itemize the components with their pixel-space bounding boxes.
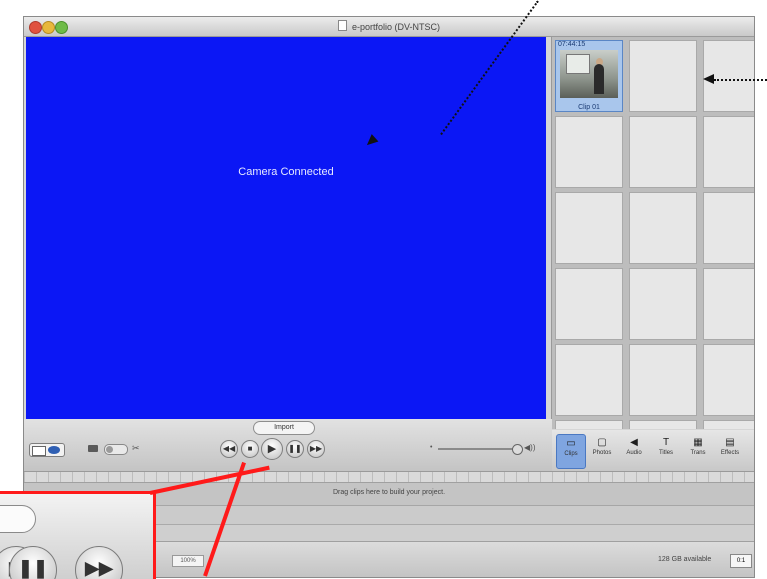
timeline-ruler[interactable] xyxy=(24,472,754,483)
photos-pane-button[interactable]: ▢ Photos xyxy=(588,434,616,467)
scissors-icon: ✂ xyxy=(132,443,140,453)
timeline-view-icon xyxy=(48,446,60,454)
volume-slider-knob[interactable] xyxy=(512,444,523,455)
title-bar[interactable]: e-portfolio (DV-NTSC) xyxy=(24,17,754,37)
audio-pane-label: Audio xyxy=(626,450,642,456)
clip-slot[interactable] xyxy=(703,344,754,416)
audio-icon: ◀ xyxy=(630,437,638,448)
trash-button[interactable]: 0:1 xyxy=(730,554,752,568)
clip-slot[interactable] xyxy=(629,192,697,264)
clip-slot[interactable] xyxy=(555,268,623,340)
callout-fast-forward-button: ▶▶ xyxy=(75,546,123,579)
clip-name: Clip 01 xyxy=(578,104,600,111)
camera-status-text: Camera Connected xyxy=(238,166,334,178)
clip-slot[interactable] xyxy=(555,344,623,416)
pause-button[interactable]: ❚❚ xyxy=(286,440,304,458)
window-title-text: e-portfolio (DV-NTSC) xyxy=(351,22,441,32)
titles-icon: T xyxy=(662,437,670,448)
edit-mode-toggle[interactable] xyxy=(29,443,65,457)
playback-controls: Import ✂ ◀◀ ■ ▶ ❚❚ ▶▶ • ◀)) xyxy=(24,419,552,471)
titles-pane-label: Titles xyxy=(658,450,674,456)
titles-pane-button[interactable]: T Titles xyxy=(652,434,680,467)
clip-slot[interactable] xyxy=(629,420,697,429)
transitions-icon: ▦ xyxy=(693,437,703,448)
transitions-pane-button[interactable]: ▦ Trans xyxy=(684,434,712,467)
clip-slot[interactable] xyxy=(629,116,697,188)
clip-slot[interactable] xyxy=(629,40,697,112)
photos-pane-label: Photos xyxy=(592,450,612,456)
clip-shelf[interactable]: 07:44:15 Clip 01 xyxy=(551,37,754,429)
clip-timecode: 07:44:15 xyxy=(558,41,586,48)
effects-icon: ▤ xyxy=(725,437,735,448)
disk-space-text: 128 GB available xyxy=(658,556,712,563)
clip-slot[interactable] xyxy=(555,192,623,264)
clip-slot[interactable] xyxy=(629,268,697,340)
annotation-arrowhead xyxy=(703,74,714,84)
volume-slider-track[interactable] xyxy=(438,448,518,450)
transitions-pane-label: Trans xyxy=(690,450,706,456)
clip-view-icon xyxy=(32,446,46,456)
clip-slot[interactable] xyxy=(703,420,754,429)
audio-pane-button[interactable]: ◀ Audio xyxy=(620,434,648,467)
volume-min-icon: • xyxy=(430,444,433,451)
clip-slot[interactable] xyxy=(703,116,754,188)
camera-mode-switch[interactable] xyxy=(104,444,128,455)
clip-slot[interactable] xyxy=(555,116,623,188)
effects-pane-label: Effects xyxy=(720,450,740,456)
clip-slot[interactable] xyxy=(555,420,623,429)
camera-icon xyxy=(88,445,98,452)
clip-slot[interactable] xyxy=(629,344,697,416)
stop-button[interactable]: ■ xyxy=(241,440,259,458)
clip-slot[interactable] xyxy=(703,268,754,340)
window-title: e-portfolio (DV-NTSC) xyxy=(24,20,754,32)
clip-preview-image xyxy=(560,50,618,98)
zoom-callout: ▶ ❚❚ ▶▶ xyxy=(0,491,156,579)
clips-pane-label: Clips xyxy=(564,451,578,457)
clips-pane-button[interactable]: ▭ Clips xyxy=(556,434,586,469)
effects-pane-button[interactable]: ▤ Effects xyxy=(716,434,744,467)
clip-slot[interactable] xyxy=(703,192,754,264)
photos-icon: ▢ xyxy=(597,437,607,448)
annotation-arrow-line xyxy=(714,79,767,81)
document-icon xyxy=(337,20,347,31)
clip-thumbnail[interactable]: 07:44:15 Clip 01 xyxy=(555,40,623,112)
volume-max-icon: ◀)) xyxy=(524,443,536,452)
play-button[interactable]: ▶ xyxy=(261,438,283,460)
clips-icon: ▭ xyxy=(566,438,576,449)
pane-toolbar: ▭ Clips ▢ Photos ◀ Audio T Titles ▦ Tran… xyxy=(552,430,754,471)
rewind-button[interactable]: ◀◀ xyxy=(220,440,238,458)
zoom-field[interactable]: 100% xyxy=(172,555,204,567)
callout-timecode-pill xyxy=(0,505,36,533)
fast-forward-button[interactable]: ▶▶ xyxy=(307,440,325,458)
import-button[interactable]: Import xyxy=(253,421,315,435)
